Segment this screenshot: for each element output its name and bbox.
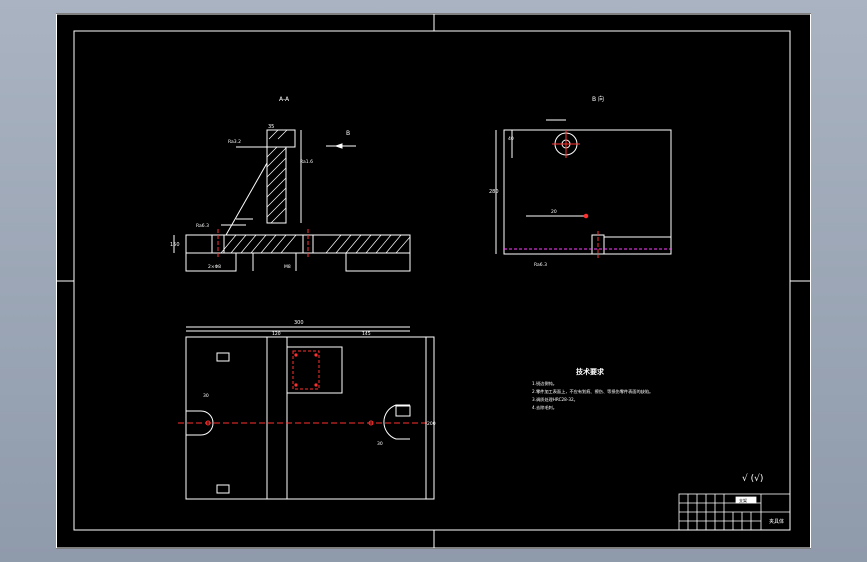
roughness-b: Ra1.6 [300,159,313,165]
title-block-drawing-title: 夹具体 [769,518,784,525]
dim-hole: 2×Φ8 [208,264,221,270]
dim-plan-offset: 145 [362,331,371,337]
tech-requirements-title: 技术要求 [576,367,605,376]
dim-gap: 20 [551,209,557,215]
title-block-part-name: 支架 [739,497,747,503]
tech-item-2: 2.零件加工表面上，不应有划痕、擦伤、等损伤零件表面的缺陷。 [532,388,653,395]
dim-section-height: 150 [170,242,180,248]
inner-frame [73,30,791,531]
column-outline [266,129,296,224]
cad-drawing: A-A B 150 35 Ra3.2 Ra1.6 Ra6.3 M8 2×Φ8 B… [56,13,811,549]
tech-requirements: 技术要求 1.锐边倒钝。 2.零件加工表面上，不应有划痕、擦伤、等损伤零件表面的… [532,367,653,411]
plan-view [178,326,435,500]
tech-item-3: 3.调质处理HRC28-32。 [532,396,578,403]
dim-slot-width: 30 [203,393,209,399]
dim-bolt: M8 [284,264,291,270]
hatch-base [220,234,411,254]
dim-side-hole-height: 40 [508,136,514,142]
roughness-c: Ra6.3 [196,223,209,229]
roughness-side: Ra6.3 [534,262,547,268]
dim-plan-inner: 120 [272,331,281,337]
side-view: B 向 [495,95,672,258]
dim-plan-width: 300 [294,320,304,326]
tech-item-4: 4.去除毛刺。 [532,404,557,411]
side-view-label: B 向 [592,95,604,103]
roughness-note: √ (√) [742,473,763,484]
section-view-label: A-A [279,96,290,103]
hatch-column [266,129,288,224]
direction-mark: B [346,130,350,137]
centering-marks [56,14,810,548]
section-view: A-A [173,96,411,272]
tech-item-1: 1.锐边倒钝。 [532,380,557,387]
cad-viewport[interactable]: A-A B 150 35 Ra3.2 Ra1.6 Ra6.3 M8 2×Φ8 B… [56,13,811,549]
dim-slot-right: 30 [377,441,383,447]
dim-side-width: 280 [489,189,499,195]
dim-top-width: 35 [268,124,274,130]
side-plate [503,129,672,255]
dim-plan-depth: 200 [427,421,436,427]
roughness-a: Ra3.2 [228,139,241,145]
base-plate [185,234,411,254]
